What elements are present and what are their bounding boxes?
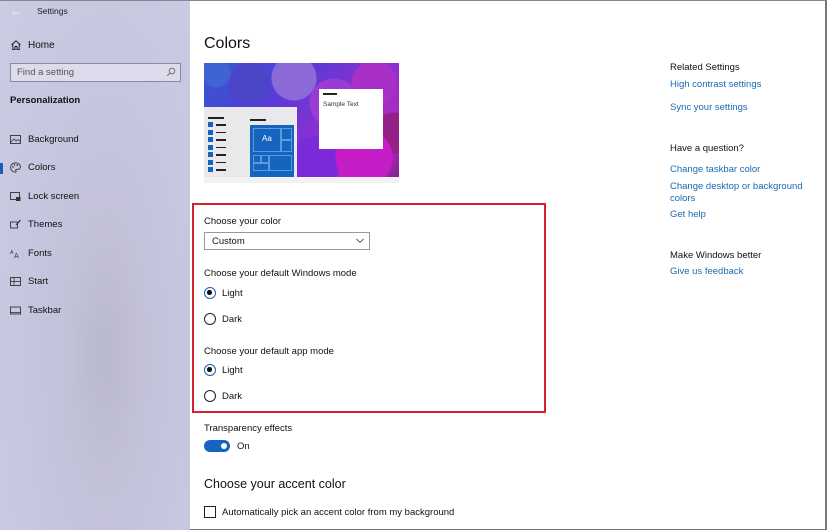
accent-color-heading: Choose your accent color [204, 477, 346, 491]
search-icon[interactable] [166, 67, 176, 77]
related-settings-heading: Related Settings [670, 62, 740, 73]
title-bar: ← Settings [0, 1, 190, 23]
search-input[interactable]: Find a setting [10, 63, 181, 82]
fonts-icon: A A [10, 250, 19, 259]
radio-label: Light [222, 287, 243, 299]
choose-color-dropdown[interactable]: Custom [204, 232, 370, 250]
sidebar-item-label: Start [28, 276, 49, 288]
search-placeholder: Find a setting [17, 67, 75, 78]
radio-label: Dark [222, 313, 243, 325]
preview-start-list [208, 121, 230, 174]
sync-settings-link[interactable]: Sync your settings [670, 102, 810, 114]
get-help-link[interactable]: Get help [670, 209, 810, 221]
make-windows-better-heading: Make Windows better [670, 250, 762, 261]
main-content: Colors Aa Sample Text Choose your color … [190, 1, 825, 529]
radio-button-checked[interactable] [204, 287, 216, 299]
background-icon [10, 134, 21, 144]
have-question-heading: Have a question? [670, 143, 744, 154]
app-mode-light-radio[interactable]: Light [204, 364, 243, 376]
choose-color-label: Choose your color [204, 216, 282, 227]
home-nav-item[interactable]: Home [10, 38, 55, 52]
windows-mode-label: Choose your default Windows mode [204, 268, 357, 279]
give-feedback-link[interactable]: Give us feedback [670, 266, 810, 278]
high-contrast-settings-link[interactable]: High contrast settings [670, 79, 810, 91]
dropdown-value: Custom [212, 236, 245, 247]
preview-tiles-header-line [250, 119, 266, 121]
sidebar: ← Settings Home Find a setting Personali… [0, 1, 190, 530]
lock-screen-icon [10, 191, 21, 201]
themes-icon [10, 219, 21, 229]
windows-mode-light-radio[interactable]: Light [204, 287, 243, 299]
app-title: Settings [37, 6, 68, 16]
page-title: Colors [204, 35, 251, 52]
sidebar-item-label: Themes [28, 219, 63, 231]
transparency-state: On [237, 441, 250, 452]
radio-button[interactable] [204, 313, 216, 325]
preview-window: Sample Text [319, 89, 383, 149]
transparency-label: Transparency effects [204, 423, 293, 434]
settings-window: ← Settings Home Find a setting Personali… [0, 0, 827, 530]
back-button[interactable]: ← [9, 4, 23, 18]
radio-label: Dark [222, 390, 243, 402]
radio-label: Light [222, 364, 243, 376]
home-label: Home [28, 39, 55, 51]
auto-pick-accent-option[interactable]: Automatically pick an accent color from … [204, 506, 454, 518]
taskbar-icon [10, 306, 21, 315]
start-icon [10, 277, 21, 287]
preview-start-menu: Aa [204, 107, 297, 177]
palette-icon [10, 162, 21, 173]
radio-button[interactable] [204, 390, 216, 402]
radio-button-checked[interactable] [204, 364, 216, 376]
sidebar-item-label: Lock screen [28, 190, 80, 202]
app-mode-dark-radio[interactable]: Dark [204, 390, 242, 402]
svg-text:A: A [14, 252, 19, 259]
sidebar-item-start[interactable]: Start [0, 268, 190, 297]
sidebar-nav: Background Colors Lock screen Themes A A… [0, 125, 190, 325]
preview-tiles: Aa [250, 125, 294, 177]
sidebar-item-label: Taskbar [28, 304, 62, 316]
sidebar-item-fonts[interactable]: A A Fonts [0, 239, 190, 268]
color-preview: Aa Sample Text [204, 63, 399, 183]
chevron-down-icon [356, 238, 364, 244]
sidebar-item-background[interactable]: Background [0, 125, 190, 154]
preview-start-header-line [208, 117, 224, 119]
transparency-toggle[interactable] [204, 440, 230, 452]
section-title: Personalization [10, 95, 81, 106]
sidebar-item-taskbar[interactable]: Taskbar [0, 296, 190, 325]
change-taskbar-color-link[interactable]: Change taskbar color [670, 164, 810, 176]
sidebar-item-colors[interactable]: Colors [0, 154, 190, 183]
sidebar-item-label: Background [28, 133, 79, 145]
sidebar-item-label: Fonts [28, 247, 52, 259]
checkbox-label: Automatically pick an accent color from … [222, 506, 455, 518]
windows-mode-dark-radio[interactable]: Dark [204, 313, 242, 325]
sidebar-item-lock-screen[interactable]: Lock screen [0, 182, 190, 211]
sidebar-item-themes[interactable]: Themes [0, 211, 190, 240]
sidebar-item-label: Colors [28, 162, 56, 174]
preview-tile-aa: Aa [253, 128, 281, 152]
app-mode-label: Choose your default app mode [204, 346, 334, 357]
sample-text: Sample Text [323, 101, 359, 108]
home-icon [11, 40, 21, 50]
auto-pick-accent-checkbox[interactable] [204, 506, 216, 518]
change-desktop-colors-link[interactable]: Change desktop or background colors [670, 181, 810, 205]
